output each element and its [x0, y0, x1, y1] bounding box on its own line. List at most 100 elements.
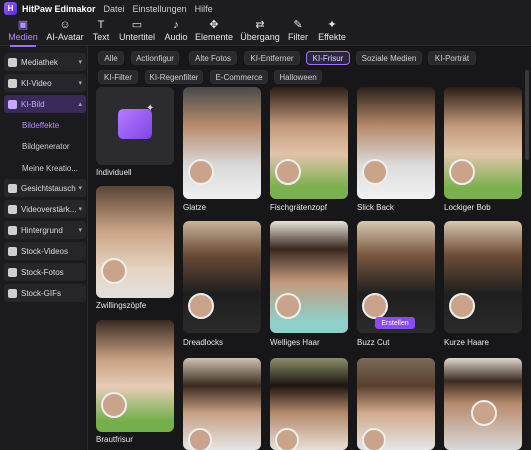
card-hairstyle[interactable] [270, 358, 348, 450]
card-label: Zwillingszöpfe [96, 301, 147, 310]
app-title: HitPaw Edimakor [22, 3, 96, 14]
avatar [188, 293, 214, 319]
avatar [471, 400, 497, 426]
sidebar-sub-bildeffekte[interactable]: Bildeffekte [22, 121, 59, 130]
sparkle-icon: ✦ [146, 103, 155, 114]
music-icon: ♪ [173, 19, 179, 31]
avatar [188, 428, 212, 450]
menu-datei[interactable]: Datei [104, 4, 125, 14]
filter-chip[interactable]: Actionfigur [131, 51, 179, 65]
filter-chip[interactable]: Halloween [274, 70, 322, 84]
sidebar-item-videoverstaerker[interactable]: Videoverstärk... ▾ [4, 200, 86, 218]
card-label: Lockiger Bob [444, 203, 491, 212]
card-individuell[interactable]: ✦ [96, 87, 174, 165]
card-label: Dreadlocks [183, 338, 224, 347]
sidebar-sub-bildgenerator[interactable]: Bildgenerator [22, 142, 70, 151]
card-lockiger-bob[interactable] [444, 87, 522, 199]
sidebar-item-mediathek[interactable]: Mediathek ▾ [4, 53, 86, 71]
avatar [362, 293, 388, 319]
title-bar: H HitPaw Edimakor Datei Einstellungen Hi… [0, 0, 531, 17]
filter-chip[interactable]: E-Commerce [210, 70, 268, 84]
filter-chip-active[interactable]: KI-Frisur [306, 51, 350, 65]
tab-effekte[interactable]: ✦ Effekte [315, 19, 349, 45]
elements-icon: ✥ [209, 19, 219, 31]
filter-chip[interactable]: KI-Entferner [244, 51, 300, 65]
filter-chip[interactable]: KI-Filter [98, 70, 138, 84]
chevron-up-icon: ▴ [78, 101, 82, 108]
avatar [449, 159, 475, 185]
library-icon [8, 57, 17, 67]
card-label: Buzz Cut [357, 338, 390, 347]
sidebar-item-ki-bild[interactable]: KI-Bild ▴ [4, 95, 86, 113]
enhance-icon [8, 204, 17, 214]
card-fischgraetenzopf[interactable] [270, 87, 348, 199]
tab-elemente[interactable]: ✥ Elemente [195, 19, 233, 45]
card-label: Slick Back [357, 203, 394, 212]
stock-video-icon [8, 246, 17, 256]
tab-audio[interactable]: ♪ Audio [162, 19, 190, 45]
gif-icon [8, 288, 17, 298]
filter-chip[interactable]: KI-Regenfilter [145, 70, 203, 84]
image-icon [8, 99, 17, 109]
card-brautfrisur[interactable] [96, 320, 174, 432]
create-button[interactable]: Erstellen [375, 317, 415, 329]
text-icon: T [97, 19, 105, 31]
sidebar-item-stock-fotos[interactable]: Stock-Fotos [4, 263, 86, 281]
sidebar-item-stock-gifs[interactable]: Stock-GIFs [4, 284, 86, 302]
main-toolbar: ▣ Medien ☺ AI-Avatar T Text ▭ Untertitel ♪ Au… [0, 17, 531, 47]
filter-chip[interactable]: Alle [98, 51, 124, 65]
sidebar-item-gesichtstausch[interactable]: Gesichtstausch ▾ [4, 179, 86, 197]
chevron-down-icon: ▾ [78, 80, 82, 87]
avatar [275, 428, 299, 450]
card-label: Kurze Haare [444, 338, 489, 347]
card-label: Individuell [96, 168, 132, 177]
card-hairstyle[interactable] [183, 358, 261, 450]
avatar [101, 392, 127, 418]
sidebar-item-stock-videos[interactable]: Stock-Videos [4, 242, 86, 260]
background-icon [8, 225, 17, 235]
filter-chip[interactable]: Alte Fotos [189, 51, 237, 65]
filter-chip[interactable]: Soziale Medien [356, 51, 422, 65]
chevron-down-icon: ▾ [78, 227, 82, 234]
subtitle-icon: ▭ [131, 19, 143, 31]
avatar [449, 293, 475, 319]
avatar [362, 428, 386, 450]
tab-ai-avatar[interactable]: ☺ AI-Avatar [44, 19, 86, 45]
effects-icon: ✦ [327, 19, 337, 31]
sidebar-item-hintergrund[interactable]: Hintergrund ▾ [4, 221, 86, 239]
card-label: Brautfrisur [96, 435, 133, 444]
tab-filter[interactable]: ✎ Filter [286, 19, 310, 45]
tab-text[interactable]: T Text [90, 19, 112, 45]
chevron-down-icon: ▾ [78, 185, 82, 192]
video-icon [8, 78, 17, 88]
card-buzz-cut[interactable]: Erstellen [357, 221, 435, 333]
card-dreadlocks[interactable] [183, 221, 261, 333]
card-label: Glatze [183, 203, 207, 212]
transition-icon: ⇄ [255, 19, 265, 31]
filter-icon: ✎ [293, 19, 303, 31]
chevron-down-icon: ▾ [78, 206, 82, 213]
filter-chip[interactable]: KI-Porträt [428, 51, 476, 65]
card-glatze[interactable] [183, 87, 261, 199]
stock-photo-icon [8, 267, 17, 277]
sidebar: Mediathek ▾ KI-Video ▾ KI-Bild ▴ Bildeffekt… [0, 47, 88, 450]
card-hairstyle[interactable] [444, 358, 522, 450]
tab-untertitel[interactable]: ▭ Untertitel [117, 19, 157, 45]
scrollbar[interactable] [525, 70, 529, 160]
avatar [275, 293, 301, 319]
card-slick-back[interactable] [357, 87, 435, 199]
sidebar-sub-meine-kreationen[interactable]: Meine Kreatio... [22, 164, 78, 173]
card-zwillingszoepfe[interactable] [96, 186, 174, 298]
card-welliges-haar[interactable] [270, 221, 348, 333]
card-label: Welliges Haar [270, 338, 320, 347]
menu-hilfe[interactable]: Hilfe [195, 4, 213, 14]
card-kurze-haare[interactable] [444, 221, 522, 333]
menu-einstellungen[interactable]: Einstellungen [133, 4, 187, 14]
tab-medien[interactable]: ▣ Medien [6, 19, 40, 47]
card-label: Fischgrätenzopf [270, 203, 327, 212]
sidebar-item-ki-video[interactable]: KI-Video ▾ [4, 74, 86, 92]
app-logo-icon: H [4, 2, 17, 15]
chevron-down-icon: ▾ [78, 59, 82, 66]
card-hairstyle[interactable] [357, 358, 435, 450]
tab-uebergang[interactable]: ⇄ Übergang [239, 19, 281, 45]
